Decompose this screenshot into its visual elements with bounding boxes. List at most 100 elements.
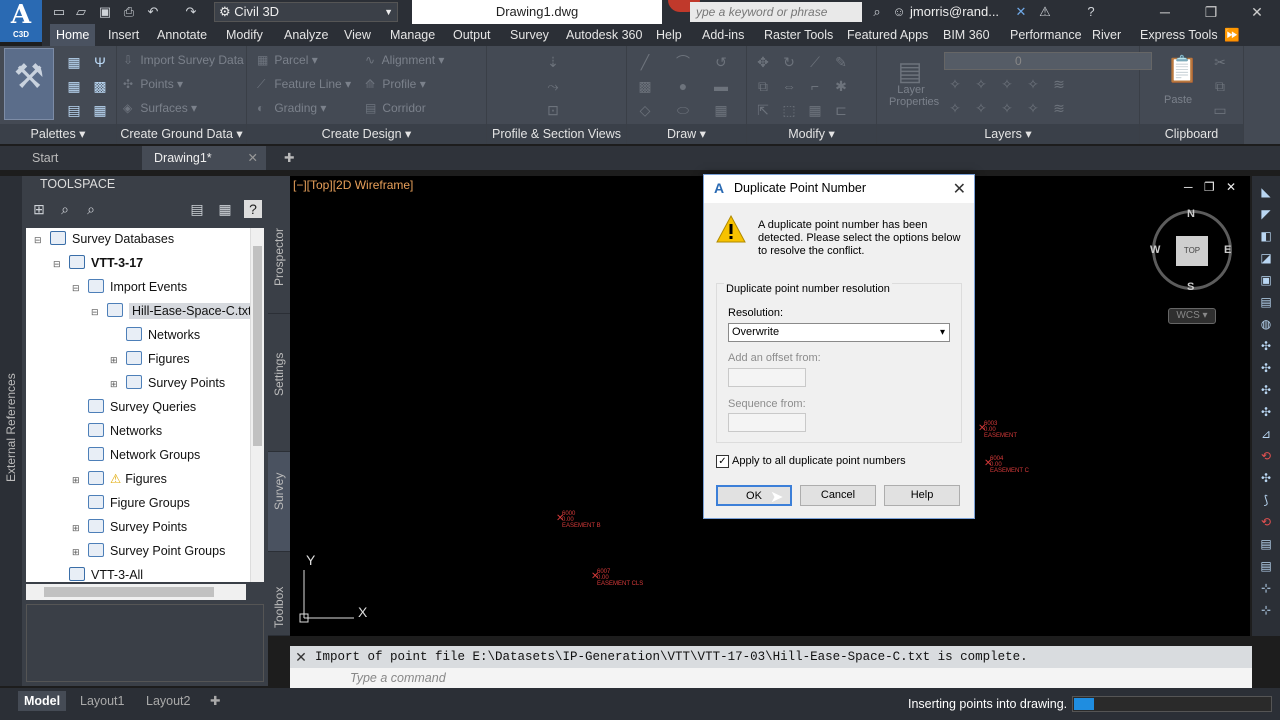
toolspace-help-icon[interactable]: ? <box>244 200 262 218</box>
save-icon[interactable]: ▣ <box>96 3 114 21</box>
compass-east[interactable]: E <box>1224 244 1231 256</box>
survey-point[interactable]: ✕ 6007 0.00 EASEMENT CLS <box>591 569 643 587</box>
transparency-icon[interactable]: ⟆ <box>1258 492 1274 508</box>
expand-icon[interactable]: ⊞ <box>110 349 120 371</box>
tab-survey[interactable]: Survey <box>504 24 555 46</box>
tab-start[interactable]: Start <box>20 146 70 170</box>
tree-item[interactable]: Networks <box>110 324 200 346</box>
exchange-apps-icon[interactable]: ✕ <box>1012 3 1030 21</box>
survey-point[interactable]: ✕ 6003 0.00 EASEMENT <box>978 421 1017 439</box>
new-file-icon[interactable]: ▭ <box>50 3 68 21</box>
expand-icon[interactable]: ⊞ <box>110 373 120 395</box>
new-layout-icon[interactable]: ✚ <box>204 691 226 711</box>
wcs-menu[interactable]: WCS ▾ <box>1168 308 1216 324</box>
tree-item[interactable]: Networks <box>72 420 162 442</box>
zoom-to-icon[interactable]: ⌕ <box>56 200 74 218</box>
tab-insert[interactable]: Insert <box>102 24 145 46</box>
selection-cycling-icon[interactable]: ⟲ <box>1258 514 1274 530</box>
annotation-monitor-icon[interactable]: ▤ <box>1258 558 1274 574</box>
tab-analyze[interactable]: Analyze <box>278 24 334 46</box>
tab-prospector[interactable]: Prospector <box>268 176 290 314</box>
offset-input[interactable] <box>728 368 806 387</box>
command-input[interactable]: Type a command <box>290 668 1252 688</box>
import-survey-data-button[interactable]: ⇩ Import Survey Data <box>123 50 244 70</box>
panel-create-design-title[interactable]: Create Design ▾ <box>247 124 486 144</box>
user-icon[interactable]: ☺ <box>890 3 908 21</box>
corridor-button[interactable]: ▤ Corridor <box>365 98 426 118</box>
collapse-icon[interactable]: ⊟ <box>53 253 63 275</box>
feature-line-button[interactable]: ⟋ Feature Line ▾ <box>257 74 351 94</box>
survey-point[interactable]: ✕ 6004 0.00 EASEMENT C <box>984 456 1029 474</box>
panel-create-ground-data-title[interactable]: Create Ground Data ▾ <box>117 124 246 144</box>
expand-icon[interactable]: ⊞ <box>72 517 82 539</box>
dialog-titlebar[interactable]: A Duplicate Point Number ✕ <box>704 175 974 203</box>
dynamic-input-icon[interactable]: ⟲ <box>1258 448 1274 464</box>
new-tab-icon[interactable]: ✚ <box>272 146 306 170</box>
zoom-icon[interactable]: ◧ <box>1258 228 1274 244</box>
panel-layers-title[interactable]: Layers ▾ <box>877 124 1139 144</box>
redo-icon[interactable]: ↷ <box>182 3 200 21</box>
panel-modify-title[interactable]: Modify ▾ <box>747 124 876 144</box>
external-references-strip[interactable]: External References <box>0 176 22 686</box>
sequence-input[interactable] <box>728 413 806 432</box>
app-menu-button[interactable]: A C3D <box>0 0 42 42</box>
tab-view[interactable]: View <box>338 24 377 46</box>
dialog-close-icon[interactable]: ✕ <box>953 179 966 199</box>
pan-to-icon[interactable]: ⌕ <box>82 200 100 218</box>
open-folder-icon[interactable]: ▱ <box>72 3 90 21</box>
tab-overflow-icon[interactable]: ⏩ <box>1218 24 1246 46</box>
survey-point[interactable]: ✕ 6000 0.00 EASEMENT B <box>556 511 601 529</box>
tree-item[interactable]: Network Groups <box>72 444 200 466</box>
command-close-icon[interactable]: ✕ <box>290 646 312 668</box>
help-button[interactable]: Help <box>884 485 960 506</box>
help-search-input[interactable]: ype a keyword or phrase <box>690 2 862 22</box>
tab-manage[interactable]: Manage <box>384 24 441 46</box>
tab-drawing1[interactable]: Drawing1* ✕ <box>142 146 266 170</box>
tab-bim-360[interactable]: BIM 360 <box>937 24 996 46</box>
alignment-button[interactable]: ∿ Alignment ▾ <box>365 50 444 70</box>
autodesk-360-icon[interactable]: ⚠ <box>1036 3 1054 21</box>
paste-button[interactable]: Paste <box>1164 90 1192 110</box>
tree-vertical-scrollbar[interactable] <box>250 228 264 582</box>
layer-properties-button[interactable]: Layer Properties <box>889 84 939 108</box>
tab-help[interactable]: Help <box>650 24 688 46</box>
showmotion-icon[interactable]: ▣ <box>1258 272 1274 288</box>
apply-all-checkbox[interactable]: ✓ <box>716 455 729 468</box>
panel-palettes-title[interactable]: Palettes ▾ <box>0 124 116 144</box>
tab-survey-vertical[interactable]: Survey <box>268 452 290 552</box>
tab-settings[interactable]: Settings <box>268 314 290 452</box>
tree-item[interactable]: VTT-3-All <box>53 564 143 582</box>
toggle-item-view-icon[interactable]: ▤ <box>188 200 206 218</box>
tree-item[interactable]: ⊞ Survey Points <box>110 372 225 394</box>
tab-layout1[interactable]: Layout1 <box>74 691 130 711</box>
quick-properties-icon[interactable]: ⊹ <box>1258 602 1274 618</box>
help-icon[interactable]: ? <box>1082 3 1100 21</box>
layer-dropdown[interactable]: 0 <box>944 52 1152 70</box>
restore-button[interactable]: ❐ <box>1188 0 1234 24</box>
points-button[interactable]: ✣ Points ▾ <box>123 74 183 94</box>
toolspace-button[interactable]: ⚒ <box>4 48 54 120</box>
viewport-controls-label[interactable]: [−][Top][2D Wireframe] <box>293 178 413 192</box>
properties-panel-icon[interactable]: ▤ <box>1258 294 1274 310</box>
tree-item[interactable]: ⊞ Survey Points <box>72 516 187 538</box>
compass-north[interactable]: N <box>1187 208 1195 220</box>
grading-button[interactable]: ◐ Grading ▾ <box>257 98 326 118</box>
print-icon[interactable]: ⎙ <box>120 3 138 21</box>
parcel-button[interactable]: ▦ Parcel ▾ <box>257 50 318 70</box>
compass-west[interactable]: W <box>1150 244 1160 256</box>
tree-item[interactable]: Survey Queries <box>72 396 196 418</box>
panel-clipboard-title[interactable]: Clipboard <box>1140 124 1243 144</box>
undo-icon[interactable]: ↶ <box>144 3 162 21</box>
tab-add-ins[interactable]: Add-ins <box>696 24 750 46</box>
viewport-minimize-icon[interactable]: ─ <box>1184 180 1193 194</box>
cancel-button[interactable]: Cancel <box>800 485 876 506</box>
panel-draw-title[interactable]: Draw ▾ <box>627 124 746 144</box>
tree-horizontal-scrollbar[interactable] <box>26 584 246 600</box>
tab-toolbox[interactable]: Toolbox <box>268 552 290 636</box>
apply-all-label[interactable]: Apply to all duplicate point numbers <box>732 455 906 467</box>
tab-raster-tools[interactable]: Raster Tools <box>758 24 839 46</box>
tab-annotate[interactable]: Annotate <box>151 24 213 46</box>
tree-scroll-thumb[interactable] <box>253 246 262 446</box>
viewcube-top-face[interactable]: TOP <box>1176 236 1208 266</box>
tab-output[interactable]: Output <box>447 24 497 46</box>
